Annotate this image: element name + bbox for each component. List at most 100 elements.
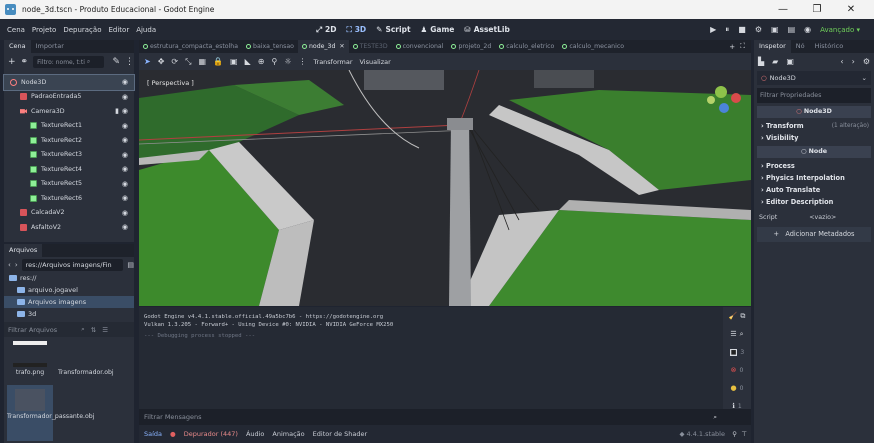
history-back-icon[interactable]: ‹ <box>840 57 843 66</box>
scene-tab[interactable]: convencional <box>392 40 448 53</box>
tab-inspetor[interactable]: Inspetor <box>754 40 791 53</box>
distraction-free-icon[interactable]: ⛶ <box>740 42 745 51</box>
perspective-menu[interactable]: [ Perspectiva ] <box>147 79 194 87</box>
pause-icon[interactable]: ⏸ <box>725 25 729 35</box>
scene-tree-item[interactable]: TextureRect4 ◉ <box>4 162 134 177</box>
remote-debug-icon[interactable]: ⚙ <box>755 25 762 34</box>
menu-editor[interactable]: Editor <box>108 26 129 34</box>
scene-tree-item[interactable]: CalcadaV2 ◉ <box>4 206 134 221</box>
selectable-icon[interactable]: ▦ <box>199 57 207 66</box>
menu-projeto[interactable]: Projeto <box>32 26 56 34</box>
script-property[interactable]: Script <vazio> <box>757 210 871 224</box>
scene-tab[interactable]: TESTE3D <box>349 40 392 53</box>
visibility-eye-icon[interactable]: ◉ <box>122 223 128 231</box>
workspace-2d-button[interactable]: ⤢ 2D <box>316 25 336 35</box>
file-item-transformador[interactable]: Transformador.obj <box>58 341 114 376</box>
visibility-eye-icon[interactable]: ◉ <box>122 136 128 144</box>
scene-tree-item[interactable]: TextureRect2 ◉ <box>4 133 134 148</box>
scene-tab[interactable]: calculo_eletrico <box>495 40 558 53</box>
scene-tree-item[interactable]: AsfaltoV2 ◉ <box>4 220 134 235</box>
select-tool-icon[interactable]: ➤ <box>144 57 151 66</box>
filter-icon[interactable]: ☰ <box>730 330 736 338</box>
filesystem-folder-item[interactable]: res:// <box>4 272 134 284</box>
filesystem-folder-item[interactable]: 3d <box>4 308 134 320</box>
scene-tab[interactable]: estrutura_compacta_estolha <box>139 40 242 53</box>
renderer-select[interactable]: Avançado ▾ <box>820 26 860 34</box>
scene-tab[interactable]: baixa_tensao <box>242 40 298 53</box>
scene-tab[interactable]: projeto_2d <box>447 40 495 53</box>
visibility-eye-icon[interactable]: ◉ <box>122 165 128 173</box>
section-visibility[interactable]: › Visibility <box>757 132 871 144</box>
tools-icon[interactable]: ⚙ <box>863 57 870 66</box>
visibility-eye-icon[interactable]: ◉ <box>122 78 128 86</box>
movie-maker-icon[interactable]: ◉ <box>804 25 811 34</box>
rotate-tool-icon[interactable]: ⟳ <box>171 57 178 66</box>
visibility-eye-icon[interactable]: ◉ <box>122 180 128 188</box>
file-item-transformador-passante[interactable]: Transformador_passante.obj <box>7 385 94 441</box>
visibility-eye-icon[interactable]: ◉ <box>122 122 128 130</box>
tab-arquivos[interactable]: Arquivos <box>4 244 43 257</box>
add-node-icon[interactable]: + <box>8 57 16 67</box>
local-space-icon[interactable]: ⊕ <box>258 57 265 66</box>
menu-cena[interactable]: Cena <box>7 26 25 34</box>
camera-preview-icon[interactable]: ▮ <box>115 107 119 115</box>
visibility-eye-icon[interactable]: ◉ <box>122 93 128 101</box>
add-metadata-button[interactable]: + Adicionar Metadados <box>757 227 871 242</box>
bottom-tab[interactable]: Editor de Shader <box>313 430 368 438</box>
attach-script-icon[interactable]: ✎ <box>112 57 120 67</box>
new-resource-icon[interactable]: ▙ <box>758 57 764 66</box>
sun-icon[interactable]: ☼ <box>284 57 291 66</box>
visibility-eye-icon[interactable]: ◉ <box>122 107 128 115</box>
split-view-icon[interactable]: ▤ <box>127 261 134 269</box>
minimize-button[interactable]: — <box>766 4 800 15</box>
filter-errors-toggle[interactable]: ⊗ 0 <box>723 361 751 379</box>
snap-icon[interactable]: ⚲ <box>271 57 277 66</box>
bottom-tab[interactable]: Áudio <box>246 430 264 438</box>
workspace-assetlib-button[interactable]: ⛁ AssetLib <box>464 25 509 34</box>
property-filter-input[interactable]: Filtrar Propriedades <box>757 88 871 103</box>
scene-tree-item[interactable]: TextureRect5 ◉ <box>4 177 134 192</box>
play-custom-scene-icon[interactable]: ▤ <box>788 25 796 34</box>
scene-filter-input[interactable]: Filtro: nome, t:ti ⌕ <box>33 56 105 68</box>
tab-no[interactable]: Nó <box>791 40 810 53</box>
tab-historico[interactable]: Histórico <box>810 40 849 53</box>
menu-depuracao[interactable]: Depuração <box>63 26 101 34</box>
more-icon[interactable]: ⋮ <box>299 57 307 66</box>
inspector-section[interactable]: › Physics Interpolation <box>757 172 871 184</box>
add-scene-tab-icon[interactable]: + <box>729 43 735 51</box>
open-folder-icon[interactable]: ▰ <box>772 57 778 66</box>
tab-cena[interactable]: Cena <box>4 40 31 53</box>
inspector-section[interactable]: › Auto Translate <box>757 184 871 196</box>
filter-warnings-toggle[interactable]: ● 0 <box>723 379 751 397</box>
lock-icon[interactable]: 🔒 <box>213 57 223 66</box>
copy-icon[interactable]: ⧉ <box>740 312 745 321</box>
workspace-game-button[interactable]: ♟ Game <box>421 25 455 34</box>
bottom-tab[interactable]: Depurador (447) <box>184 430 238 438</box>
scene-tree-item[interactable]: TextureRect1 ◉ <box>4 119 134 134</box>
filesystem-folder-item[interactable]: Arquivos imagens <box>4 296 134 308</box>
section-transform[interactable]: › Transform (1 alteração) <box>757 120 871 132</box>
workspace-3d-button[interactable]: ⛶ 3D <box>346 25 366 35</box>
view-menu[interactable]: Visualizar <box>360 58 391 66</box>
group-icon[interactable]: ▣ <box>230 57 238 66</box>
save-icon[interactable]: ▣ <box>786 57 794 66</box>
maximize-button[interactable]: ❐ <box>800 4 834 15</box>
clear-output-icon[interactable]: 🧹 <box>729 312 738 320</box>
ruler-icon[interactable]: ◣ <box>245 57 251 66</box>
transform-menu[interactable]: Transformar <box>314 58 353 66</box>
history-forward-icon[interactable]: › <box>852 57 855 66</box>
close-window-button[interactable]: ✕ <box>834 4 868 15</box>
search-icon[interactable]: ⌕ <box>740 330 744 339</box>
visibility-eye-icon[interactable]: ◉ <box>122 194 128 202</box>
inspector-section[interactable]: › Editor Description <box>757 196 871 208</box>
sort-icon[interactable]: ⇅ <box>91 326 96 334</box>
play-icon[interactable]: ▶ <box>710 25 716 34</box>
scale-tool-icon[interactable]: ⤡ <box>185 57 191 67</box>
more-options-icon[interactable]: ⋮ <box>125 57 134 67</box>
filesystem-filter-input[interactable]: Filtrar Arquivos ⌕ ⇅ ☰ <box>4 322 134 337</box>
tab-importar[interactable]: Importar <box>31 40 69 53</box>
scene-tree-item[interactable]: Camera3D ▮ ◉ <box>4 104 134 119</box>
forward-icon[interactable]: › <box>15 261 18 269</box>
scene-tree-item[interactable]: TextureRect6 ◉ <box>4 191 134 206</box>
filesystem-path-input[interactable]: res://Arquivos imagens/Fin <box>21 258 124 271</box>
